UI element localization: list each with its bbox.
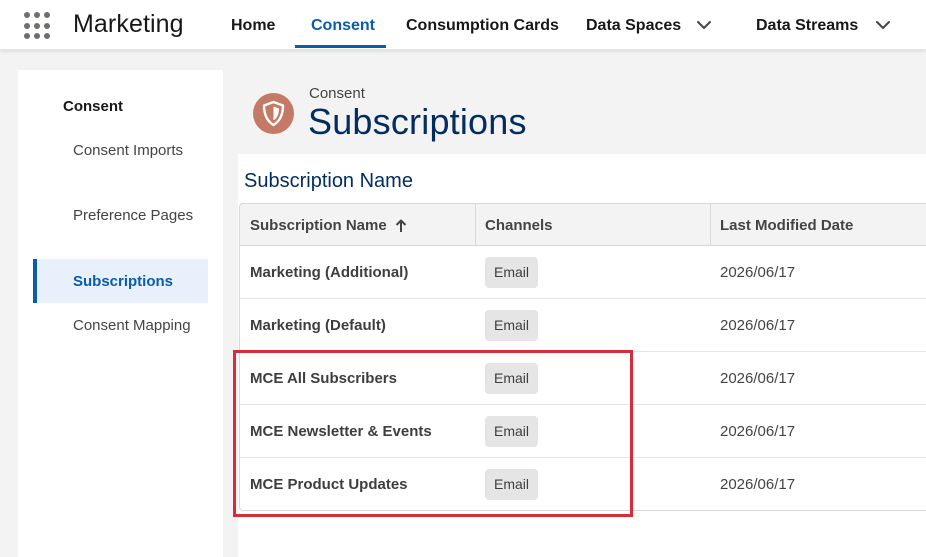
cell-subscription-name[interactable]: MCE Product Updates <box>240 458 408 510</box>
table-row[interactable]: MCE Newsletter & Events Email 2026/06/17 <box>240 405 926 458</box>
list-title: Subscription Name <box>244 170 413 192</box>
sidebar-item-consent-imports[interactable]: Consent Imports <box>73 140 203 162</box>
app-launcher-icon[interactable] <box>24 12 52 40</box>
column-header-channels[interactable]: Channels <box>475 204 710 246</box>
page-object-label: Consent <box>309 85 365 102</box>
channel-badge: Email <box>485 416 539 447</box>
nav-tab-home[interactable]: Home <box>231 0 275 48</box>
page-title: Subscriptions <box>308 101 527 142</box>
subscriptions-list-card: Subscription Name Subscription Name Chan… <box>238 154 926 557</box>
nav-tab-consumption-cards[interactable]: Consumption Cards <box>406 0 559 48</box>
top-navigation-bar: Marketing Home Consent Consumption Cards… <box>0 0 926 50</box>
active-tab-indicator <box>295 45 386 48</box>
sidebar-item-consent-mapping[interactable]: Consent Mapping <box>73 315 203 337</box>
nav-tab-data-spaces[interactable]: Data Spaces <box>586 0 681 48</box>
column-header-label: Subscription Name <box>250 217 387 234</box>
column-header-last-modified-date[interactable]: Last Modified Date <box>710 204 926 246</box>
sidebar-title: Consent <box>63 98 123 115</box>
data-streams-chevron-down-icon[interactable] <box>874 16 892 34</box>
app-name: Marketing <box>73 10 184 38</box>
channel-badge: Email <box>485 363 539 394</box>
cell-subscription-name[interactable]: MCE Newsletter & Events <box>240 405 432 458</box>
cell-last-modified-date: 2026/06/17 <box>720 423 796 440</box>
subscriptions-table: Subscription Name Channels Last Modified… <box>239 203 926 511</box>
cell-subscription-name[interactable]: Marketing (Additional) <box>240 246 408 299</box>
consent-sidebar: Consent Consent Imports Preference Pages… <box>18 70 223 557</box>
table-header: Subscription Name Channels Last Modified… <box>240 204 926 246</box>
data-spaces-chevron-down-icon[interactable] <box>695 16 713 34</box>
table-row[interactable]: Marketing (Additional) Email 2026/06/17 <box>240 246 926 299</box>
channel-badge: Email <box>485 310 539 341</box>
sidebar-active-indicator <box>33 259 37 303</box>
table-row[interactable]: Marketing (Default) Email 2026/06/17 <box>240 299 926 352</box>
channel-badge: Email <box>485 257 539 288</box>
cell-subscription-name[interactable]: Marketing (Default) <box>240 299 386 352</box>
nav-tab-data-streams[interactable]: Data Streams <box>756 0 858 48</box>
cell-last-modified-date: 2026/06/17 <box>720 264 796 281</box>
shield-icon <box>253 93 294 134</box>
cell-last-modified-date: 2026/06/17 <box>720 476 796 493</box>
table-row[interactable]: MCE All Subscribers Email 2026/06/17 <box>240 352 926 405</box>
cell-last-modified-date: 2026/06/17 <box>720 317 796 334</box>
arrow-up-icon <box>395 219 407 233</box>
cell-last-modified-date: 2026/06/17 <box>720 370 796 387</box>
channel-badge: Email <box>485 469 539 500</box>
sidebar-item-preference-pages[interactable]: Preference Pages <box>73 205 203 227</box>
table-row[interactable]: MCE Product Updates Email 2026/06/17 <box>240 458 926 510</box>
nav-tab-consent[interactable]: Consent <box>311 0 375 48</box>
column-header-subscription-name[interactable]: Subscription Name <box>240 204 475 246</box>
cell-subscription-name[interactable]: MCE All Subscribers <box>240 352 397 405</box>
sidebar-item-subscriptions[interactable]: Subscriptions <box>73 271 203 293</box>
